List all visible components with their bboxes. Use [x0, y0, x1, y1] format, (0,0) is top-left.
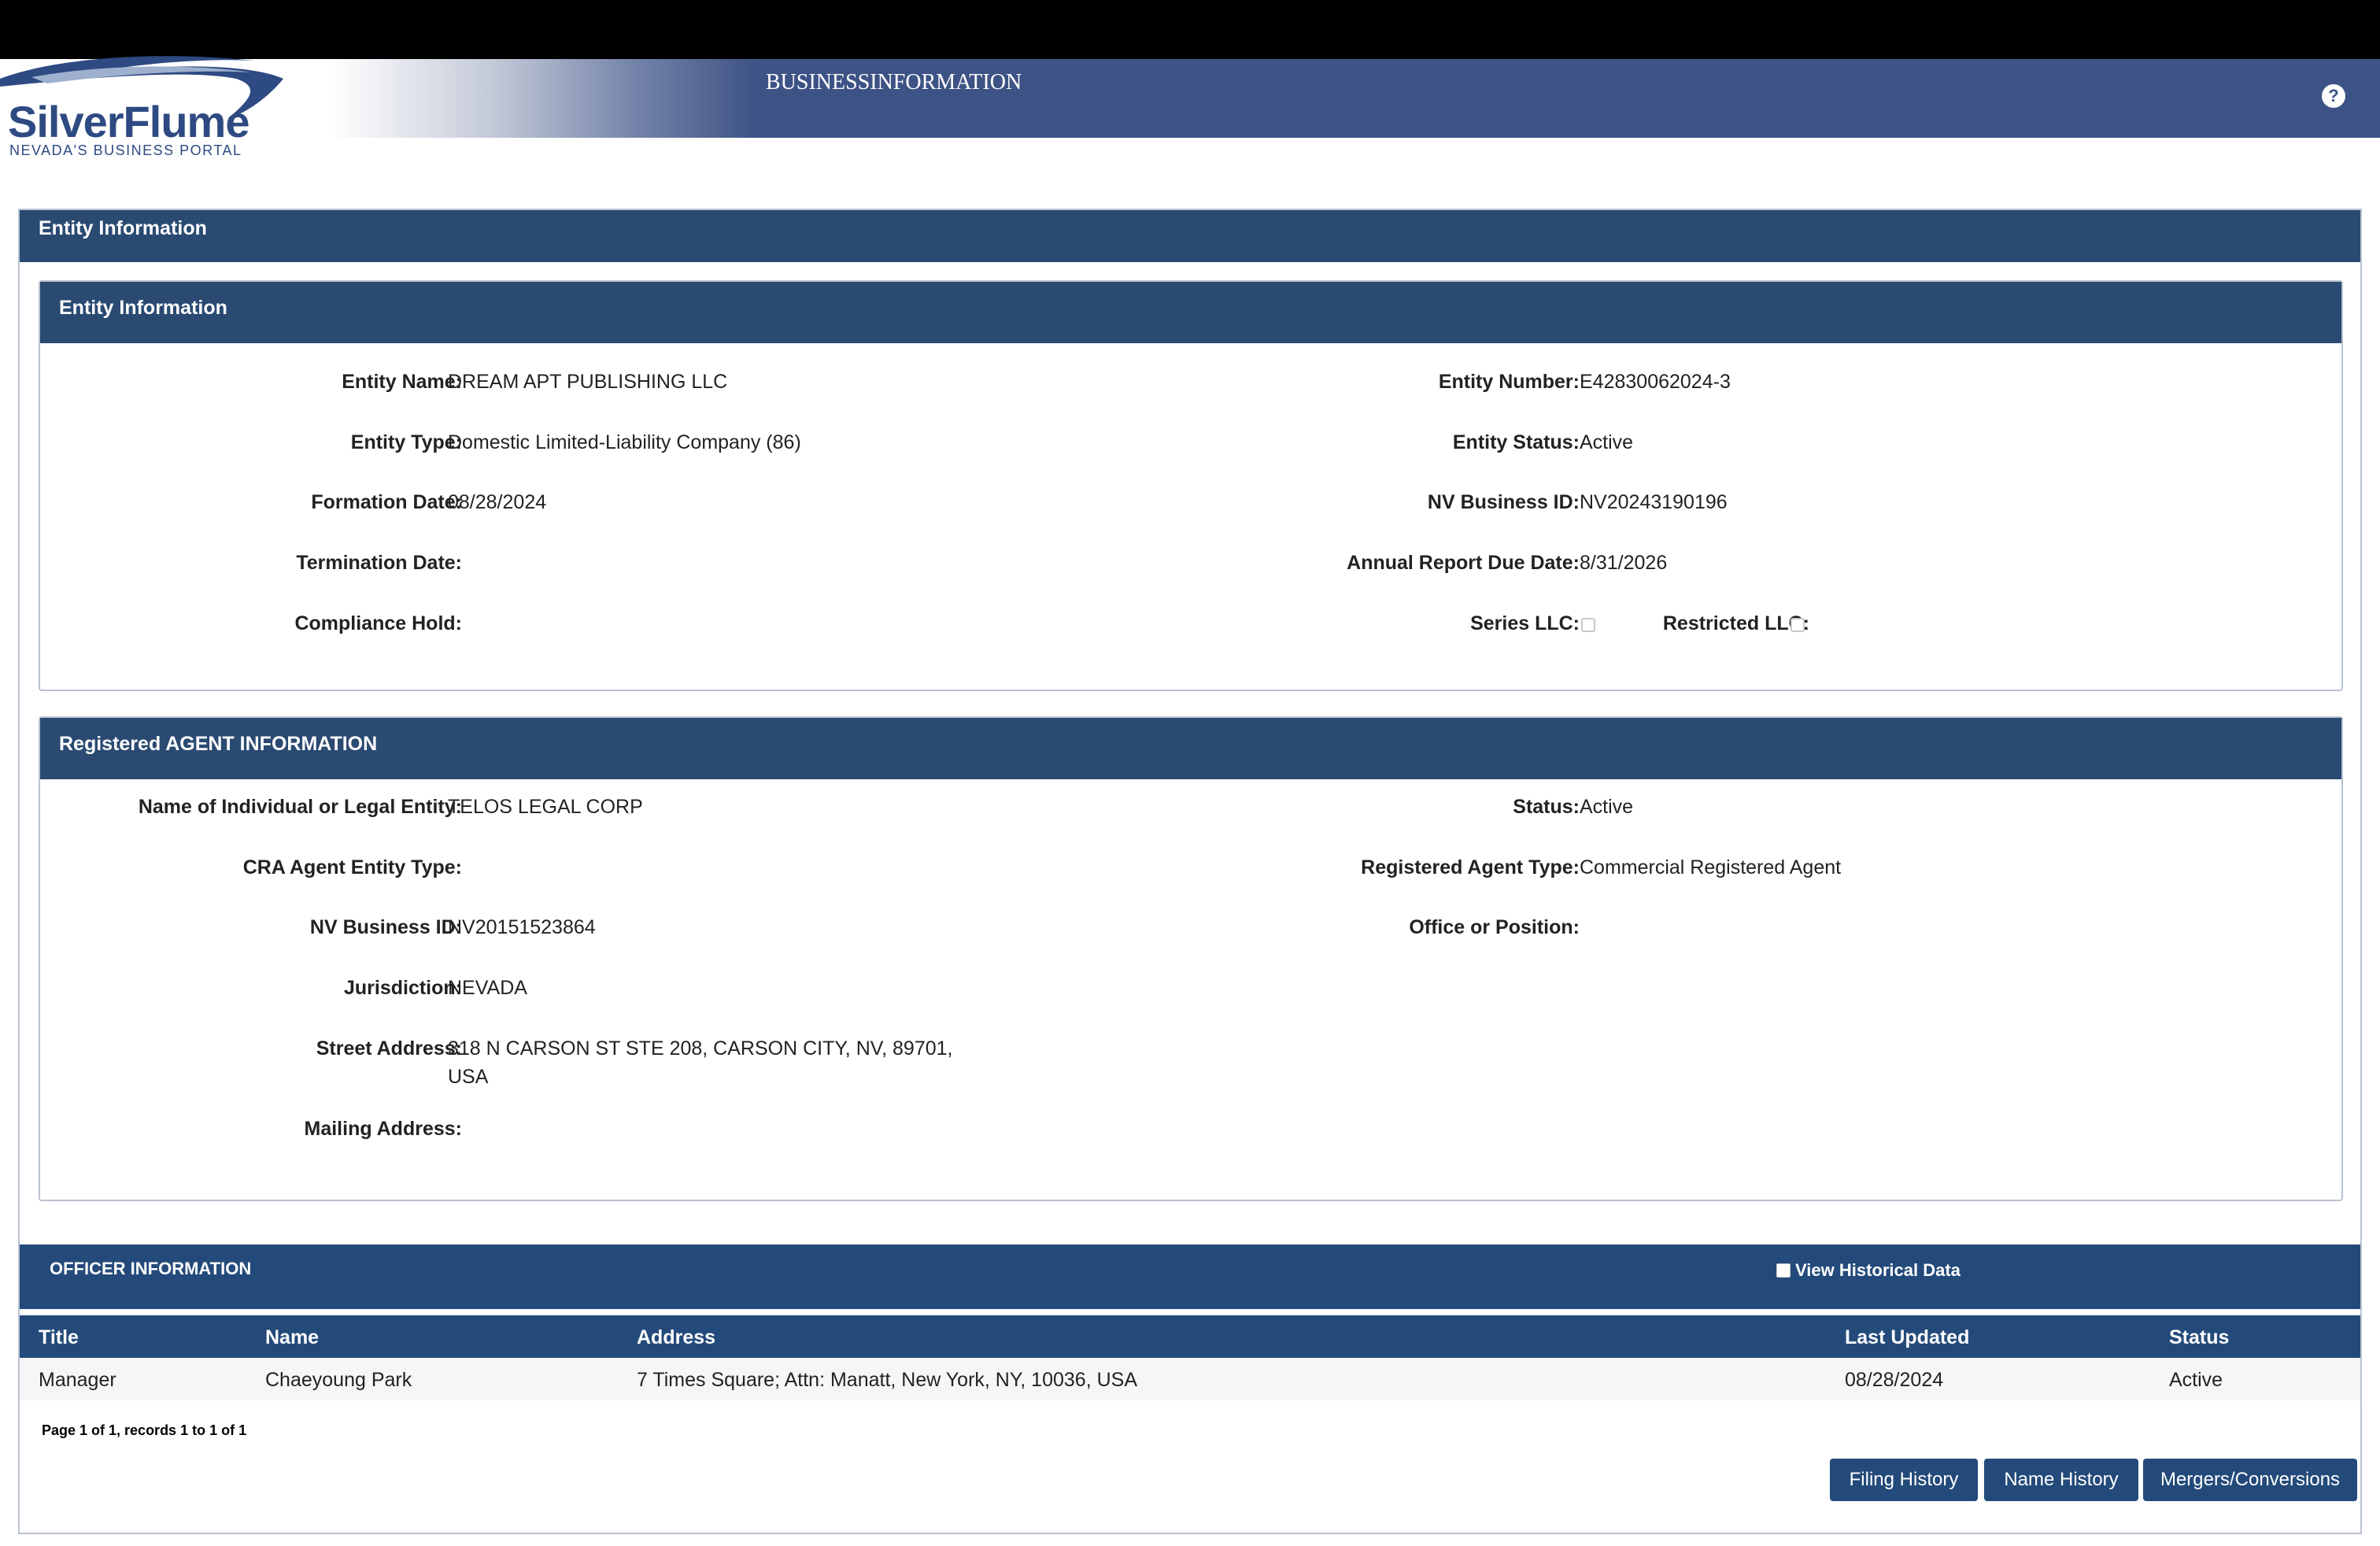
pagination-info: Page 1 of 1, records 1 to 1 of 1 — [42, 1422, 247, 1438]
officer-updated-cell: 08/28/2024 — [1845, 1369, 1944, 1391]
officer-info-header: OFFICER INFORMATION View Historical Data — [20, 1245, 2360, 1309]
column-header-name[interactable]: Name — [265, 1326, 319, 1349]
officer-address-cell: 7 Times Square; Attn: Manatt, New York, … — [637, 1369, 1137, 1391]
office-position-label: Office or Position: — [1409, 916, 1580, 938]
agent-status-label: Status: — [1513, 796, 1580, 818]
top-black-bar — [0, 0, 2380, 59]
entity-number-value: E42830062024-3 — [1580, 371, 1731, 393]
mailing-address-label: Mailing Address: — [304, 1118, 463, 1140]
officer-table-header: Title Name Address Last Updated Status — [20, 1315, 2360, 1358]
logo-subtitle: NEVADA'S BUSINESS PORTAL — [9, 142, 242, 158]
panel-title: Entity Information — [40, 282, 2341, 343]
column-header-last-updated[interactable]: Last Updated — [1845, 1326, 1969, 1349]
entity-info-panel: Entity Information Entity Name: DREAM AP… — [39, 280, 2343, 691]
agent-name-label: Name of Individual or Legal Entity: — [138, 796, 462, 818]
entity-status-label: Entity Status: — [1452, 431, 1580, 453]
column-header-status[interactable]: Status — [2169, 1326, 2229, 1349]
entity-name-value: DREAM APT PUBLISHING LLC — [448, 371, 728, 393]
street-address-line2: USA — [448, 1066, 489, 1088]
column-header-title[interactable]: Title — [39, 1326, 79, 1349]
restricted-llc-label: Restricted LLC: — [1662, 612, 1809, 634]
entity-number-label: Entity Number: — [1438, 371, 1580, 393]
jurisdiction-label: Jurisdiction: — [343, 977, 462, 999]
registered-agent-panel: Registered AGENT INFORMATION Name of Ind… — [39, 716, 2343, 1201]
formation-date-label: Formation Date: — [311, 491, 462, 513]
compliance-hold-label: Compliance Hold: — [294, 612, 462, 634]
formation-date-value: 08/28/2024 — [448, 491, 547, 513]
name-history-button[interactable]: Name History — [1984, 1459, 2138, 1501]
agent-nv-id-label: NV Business ID: — [309, 916, 462, 938]
mergers-conversions-button[interactable]: Mergers/Conversions — [2143, 1459, 2357, 1501]
cra-agent-type-label: CRA Agent Entity Type: — [242, 856, 462, 878]
entity-type-value: Domestic Limited-Liability Company (86) — [448, 431, 801, 453]
entity-status-value: Active — [1580, 431, 1634, 453]
column-header-address[interactable]: Address — [637, 1326, 715, 1349]
annual-report-due-label: Annual Report Due Date: — [1347, 552, 1580, 574]
agent-type-label: Registered Agent Type: — [1361, 856, 1580, 878]
agent-name-value: TELOS LEGAL CORP — [448, 796, 643, 818]
annual-report-due-value: 8/31/2026 — [1580, 552, 1668, 574]
filing-history-button[interactable]: Filing History — [1830, 1459, 1978, 1501]
street-address-label: Street Address: — [316, 1037, 462, 1060]
termination-date-label: Termination Date: — [296, 552, 462, 574]
officer-name-cell: Chaeyoung Park — [265, 1369, 412, 1391]
entity-name-label: Entity Name: — [342, 371, 462, 393]
nv-business-id-value: NV20243190196 — [1580, 491, 1728, 513]
agent-type-value: Commercial Registered Agent — [1580, 856, 1842, 878]
street-address-line1: 318 N CARSON ST STE 208, CARSON CITY, NV… — [448, 1037, 953, 1060]
site-header: BUSINESSINFORMATION ? — [0, 59, 2380, 138]
jurisdiction-value: NEVADA — [448, 977, 527, 999]
entity-type-label: Entity Type: — [350, 431, 462, 453]
view-historical-label[interactable]: View Historical Data — [1795, 1260, 1961, 1281]
officer-info-title: OFFICER INFORMATION — [50, 1259, 252, 1278]
silverflume-logo[interactable]: SilverFlume NEVADA'S BUSINESS PORTAL — [0, 55, 299, 159]
table-row: Manager Chaeyoung Park 7 Times Square; A… — [20, 1358, 2360, 1400]
help-icon[interactable]: ? — [2322, 84, 2345, 108]
section-header: Entity Information — [20, 210, 2360, 262]
view-historical-toggle[interactable]: View Historical Data — [1776, 1260, 1961, 1281]
agent-nv-id-value: NV20151523864 — [448, 916, 596, 938]
agent-status-value: Active — [1580, 796, 1634, 818]
header-title: BUSINESSINFORMATION — [766, 70, 1022, 94]
logo-title: SilverFlume — [8, 97, 249, 146]
restricted-llc-checkbox — [1791, 618, 1805, 632]
officer-status-cell: Active — [2169, 1369, 2223, 1391]
nv-business-id-label: NV Business ID: — [1427, 491, 1580, 513]
entity-information-section: Entity Information Entity Information En… — [18, 209, 2362, 1534]
officer-title-cell: Manager — [39, 1369, 116, 1391]
panel-title: Registered AGENT INFORMATION — [40, 718, 2341, 779]
view-historical-checkbox[interactable] — [1776, 1263, 1791, 1278]
